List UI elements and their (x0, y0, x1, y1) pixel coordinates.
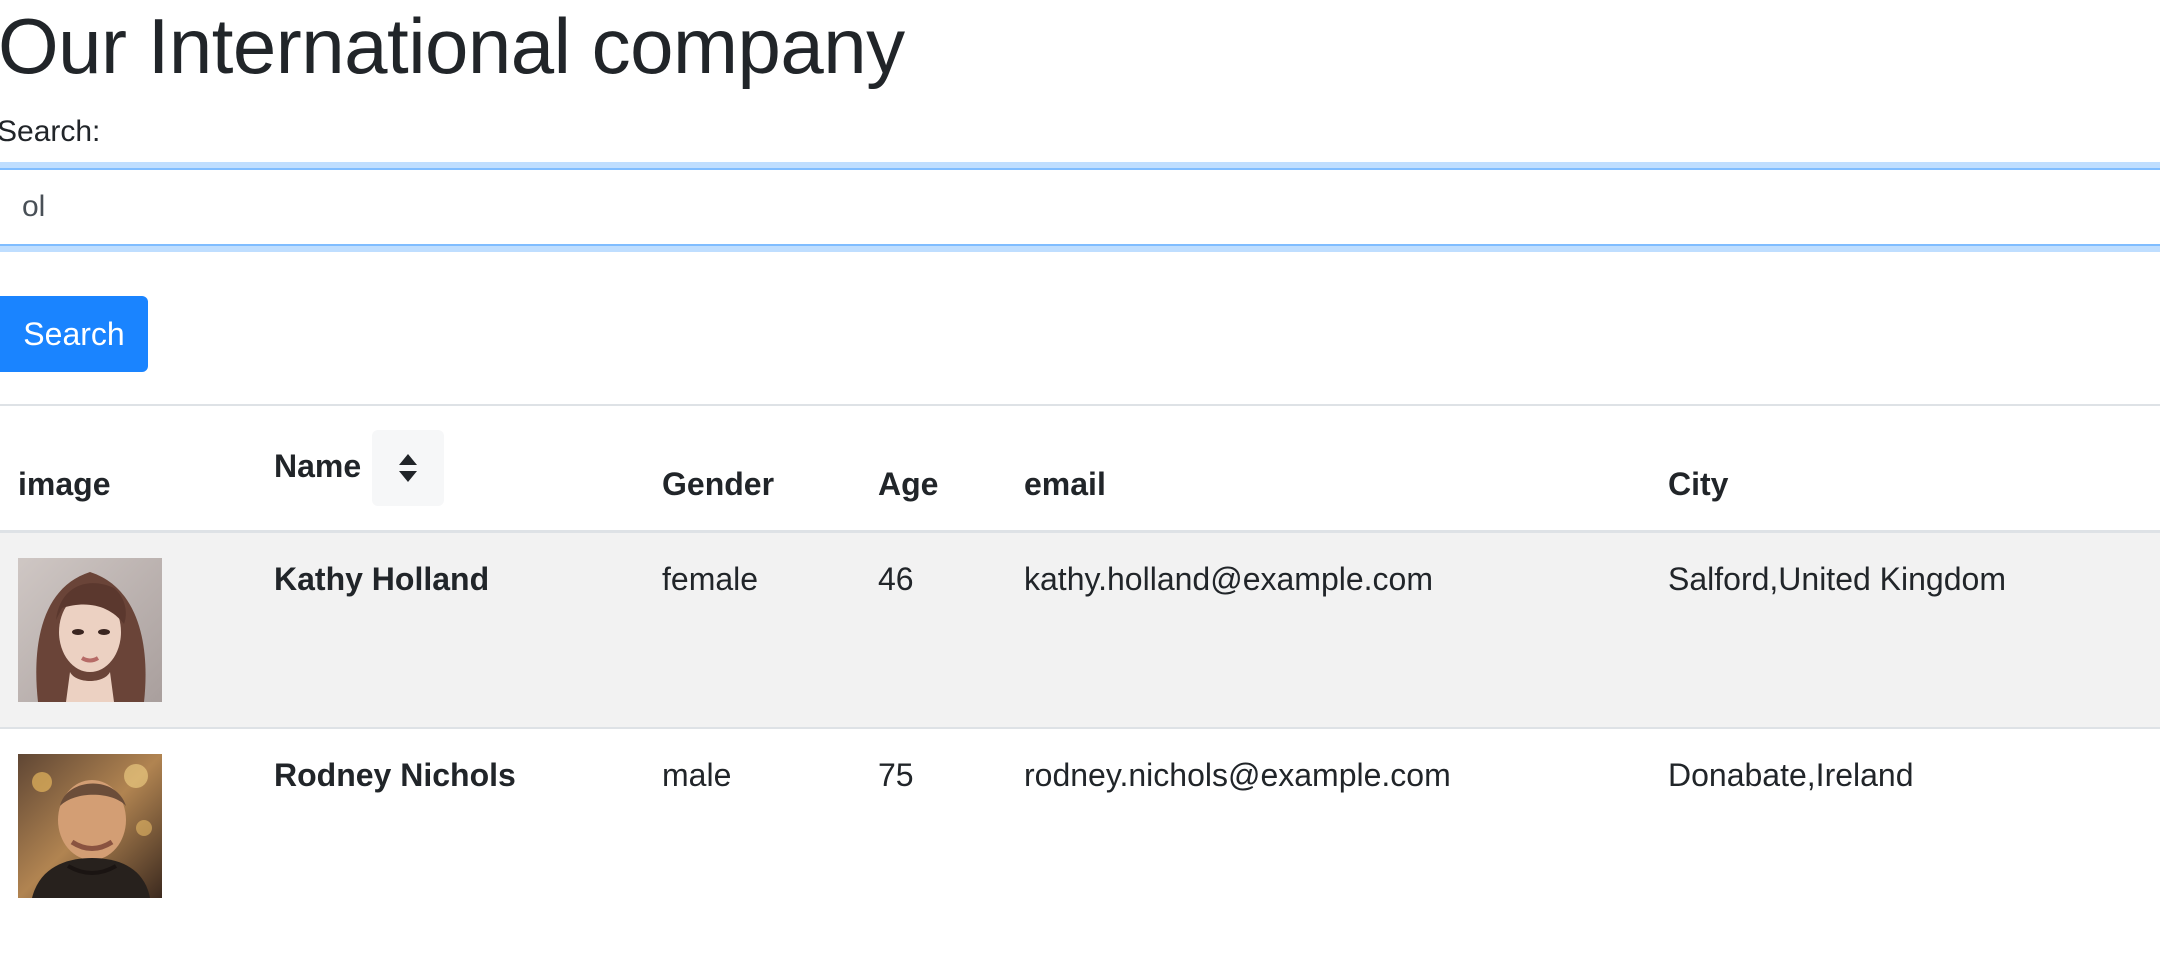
person-city: Donabate,Ireland (1668, 757, 1914, 793)
avatar-woman (18, 558, 162, 702)
table-row: Kathy Holland female 46 kathy.holland@ex… (0, 533, 2160, 727)
sort-name-button[interactable] (372, 430, 444, 506)
sort-icon (399, 454, 417, 482)
table-top-border (0, 404, 2160, 406)
page-title: Our International company (0, 2, 905, 90)
person-age: 46 (878, 561, 914, 597)
person-name: Kathy Holland (274, 561, 490, 597)
person-city: Salford,United Kingdom (1668, 561, 2006, 597)
column-header-image: image (18, 466, 111, 502)
column-header-email: email (1024, 466, 1106, 502)
person-gender: female (662, 561, 759, 597)
column-header-gender: Gender (662, 466, 775, 502)
search-input[interactable] (0, 168, 2160, 246)
person-name: Rodney Nichols (274, 757, 516, 793)
table-row: Rodney Nichols male 75 rodney.nichols@ex… (0, 729, 2160, 923)
column-header-age: Age (878, 466, 939, 502)
avatar-man (18, 754, 162, 898)
person-email: rodney.nichols@example.com (1024, 757, 1451, 793)
person-age: 75 (878, 757, 914, 793)
column-header-name: Name (274, 448, 362, 484)
search-button[interactable]: Search (0, 296, 148, 372)
column-header-city: City (1668, 466, 1729, 502)
person-email: kathy.holland@example.com (1024, 561, 1433, 597)
person-gender: male (662, 757, 732, 793)
search-label: Search: (0, 115, 101, 148)
avatar (18, 558, 162, 702)
avatar (18, 754, 162, 898)
